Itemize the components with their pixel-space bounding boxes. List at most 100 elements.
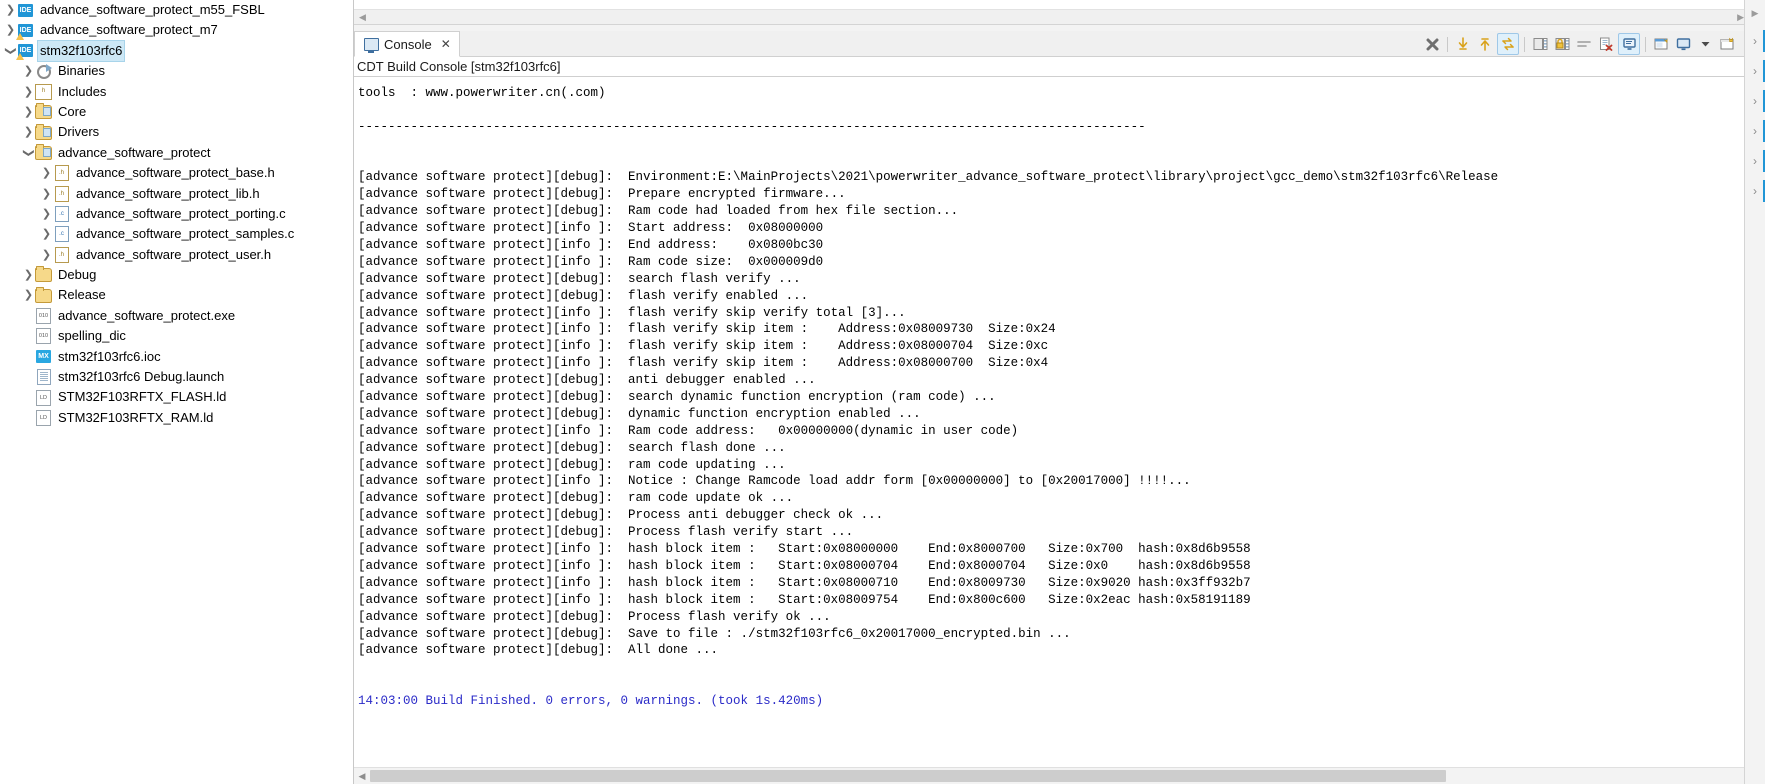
scroll-up-button[interactable] xyxy=(1475,34,1495,54)
chevron-right-icon[interactable]: ❯ xyxy=(40,224,53,244)
tree-item[interactable]: ❯ Binaries xyxy=(0,61,353,81)
console-line: [advance software protect][info ]: hash … xyxy=(358,592,1251,607)
tree-item-icon xyxy=(35,123,52,141)
tree-item-icon: .c xyxy=(53,206,70,223)
tree-item[interactable]: ❯ Debug xyxy=(0,265,353,285)
console-line: [advance software protect][debug]: searc… xyxy=(358,390,996,405)
tree-item-label: advance_software_protect_lib.h xyxy=(76,185,260,201)
display-console-button[interactable] xyxy=(1673,34,1693,54)
tree-item-icon: .h xyxy=(53,165,70,182)
tree-item[interactable]: 010 spelling_dic xyxy=(0,326,353,346)
tree-item-label: spelling_dic xyxy=(58,328,126,344)
tree-item[interactable]: ❯ Drivers xyxy=(0,122,353,142)
console-body: tools : www.powerwriter.cn(.com) --------… xyxy=(354,77,1765,767)
fast-view-2[interactable]: › xyxy=(1745,56,1765,86)
console-line: [advance software protect][debug]: Proce… xyxy=(358,525,854,540)
console-line: [advance software protect][debug]: All d… xyxy=(358,643,719,658)
scroll-down-button[interactable] xyxy=(1453,34,1473,54)
fast-view-3[interactable]: › xyxy=(1745,86,1765,116)
tree-item-label: stm32f103rfc6 Debug.launch xyxy=(58,369,225,385)
save-console-button[interactable] xyxy=(1530,34,1550,54)
fast-view-1[interactable]: › xyxy=(1745,26,1765,56)
terminate-button[interactable] xyxy=(1422,34,1442,54)
chevron-right-icon[interactable]: ❯ xyxy=(22,286,35,306)
ide-project-icon: IDE xyxy=(18,3,33,17)
editor-bottom-strip: ◀ ▶ xyxy=(354,0,1765,25)
tree-item[interactable]: ❯ .c advance_software_protect_samples.c xyxy=(0,224,353,244)
chevron-right-icon[interactable]: ❯ xyxy=(22,102,35,122)
ide-project-icon: IDE xyxy=(16,24,33,41)
tree-item-icon: .c xyxy=(53,226,70,243)
project-explorer-panel[interactable]: ❯ IDE advance_software_protect_m55_FSBL ❯ ID… xyxy=(0,0,354,784)
console-horizontal-scrollbar[interactable]: ◀ ▶ xyxy=(354,767,1765,784)
chevron-right-icon[interactable]: ❯ xyxy=(22,123,35,143)
tree-item[interactable]: ❯ advance_software_protect xyxy=(0,143,353,163)
console-line: [advance software protect][debug]: Proce… xyxy=(358,508,884,523)
chevron-right-icon[interactable]: ❯ xyxy=(40,163,53,183)
tree-item[interactable]: stm32f103rfc6 Debug.launch xyxy=(0,367,353,387)
console-line: [advance software protect][debug]: ram c… xyxy=(358,491,794,506)
close-icon[interactable]: ✕ xyxy=(441,37,451,51)
chevron-right-icon[interactable]: ❯ xyxy=(22,61,35,81)
fast-view-4[interactable]: › xyxy=(1745,116,1765,146)
tree-item-icon: MX xyxy=(35,348,52,365)
eclipse-ide-window: ❯ IDE advance_software_protect_m55_FSBL ❯ ID… xyxy=(0,0,1765,784)
horizontal-scroll-thumb[interactable] xyxy=(370,770,1446,782)
clear-console-button[interactable] xyxy=(1596,34,1616,54)
chevron-right-icon[interactable]: ❯ xyxy=(40,245,53,265)
tree-item[interactable]: ❯ Core xyxy=(0,102,353,122)
open-console-button[interactable] xyxy=(1717,34,1737,54)
launch-file-icon xyxy=(36,369,51,386)
tree-item[interactable]: 010 advance_software_protect.exe xyxy=(0,306,353,326)
tree-item[interactable]: LD STM32F103RFTX_FLASH.ld xyxy=(0,387,353,407)
fast-view-5[interactable]: › xyxy=(1745,146,1765,176)
source-folder-icon xyxy=(35,143,52,160)
tree-item[interactable]: ❯ .h advance_software_protect_lib.h xyxy=(0,184,353,204)
fast-view-6[interactable]: › xyxy=(1745,176,1765,206)
tree-item[interactable]: ❯ Release xyxy=(0,285,353,305)
tree-item[interactable]: ❯ h Includes xyxy=(0,81,353,102)
tree-item[interactable]: ❯ .h advance_software_protect_base.h xyxy=(0,163,353,183)
chevron-right-icon[interactable]: ❯ xyxy=(22,82,35,102)
tree-item-icon: LD xyxy=(35,410,52,427)
source-folder-icon xyxy=(35,123,52,140)
editor-horizontal-scrollbar[interactable]: ◀ ▶ xyxy=(354,9,1749,24)
tree-item-label: STM32F103RFTX_RAM.ld xyxy=(58,409,214,425)
tab-console[interactable]: Console ✕ xyxy=(354,31,460,57)
pin-console-button[interactable] xyxy=(1651,34,1671,54)
chevron-right-icon[interactable]: ❯ xyxy=(4,0,17,20)
toggle-console-button[interactable] xyxy=(1497,33,1519,55)
toolbar-separator xyxy=(1645,36,1646,52)
word-wrap-button[interactable] xyxy=(1574,34,1594,54)
tree-item[interactable]: ❯ IDE advance_software_protect_m55_FSBL xyxy=(0,0,353,20)
chevron-right-icon: › xyxy=(1753,124,1757,138)
console-output[interactable]: tools : www.powerwriter.cn(.com) --------… xyxy=(354,77,1749,767)
console-line: [advance software protect][debug]: searc… xyxy=(358,271,801,286)
tree-item[interactable]: ❯ .h advance_software_protect_user.h xyxy=(0,245,353,265)
linker-script-icon: LD xyxy=(36,410,51,426)
lock-console-button[interactable] xyxy=(1552,34,1572,54)
console-title: CDT Build Console [stm32f103rfc6] xyxy=(354,57,1765,77)
tree-item[interactable]: ❯ IDE stm32f103rfc6 xyxy=(0,39,353,63)
source-folder-icon xyxy=(35,103,52,120)
chevron-right-icon[interactable]: ❯ xyxy=(40,184,53,204)
header-file-icon: .h xyxy=(54,185,69,202)
console-line: tools : www.powerwriter.cn(.com) xyxy=(358,86,606,100)
hscroll-track[interactable] xyxy=(370,770,1749,782)
scroll-lock-button[interactable] xyxy=(1618,33,1640,55)
scroll-left-arrow-icon[interactable]: ◀ xyxy=(354,12,371,23)
tree-item[interactable]: ❯ .c advance_software_protect_porting.c xyxy=(0,204,353,224)
display-console-dropdown[interactable] xyxy=(1695,34,1715,54)
fast-view-bar-top-arrow-icon[interactable]: ▶ xyxy=(1745,0,1765,26)
project-tree[interactable]: ❯ IDE advance_software_protect_m55_FSBL ❯ ID… xyxy=(0,0,353,428)
tree-item-icon xyxy=(35,63,52,80)
tree-item[interactable]: MX stm32f103rfc6.ioc xyxy=(0,347,353,367)
chevron-right-icon[interactable]: ❯ xyxy=(22,265,35,285)
fast-view-bar[interactable]: ▶ › › › › › › xyxy=(1744,0,1765,784)
tree-item[interactable]: LD STM32F103RFTX_RAM.ld xyxy=(0,408,353,428)
tree-item-label: advance_software_protect xyxy=(58,144,211,160)
console-toolbar[interactable] xyxy=(1422,32,1759,56)
hscroll-left-arrow-icon[interactable]: ◀ xyxy=(354,771,370,782)
tree-item[interactable]: ❯ IDE advance_software_protect_m7 xyxy=(0,20,353,41)
chevron-right-icon[interactable]: ❯ xyxy=(40,204,53,224)
